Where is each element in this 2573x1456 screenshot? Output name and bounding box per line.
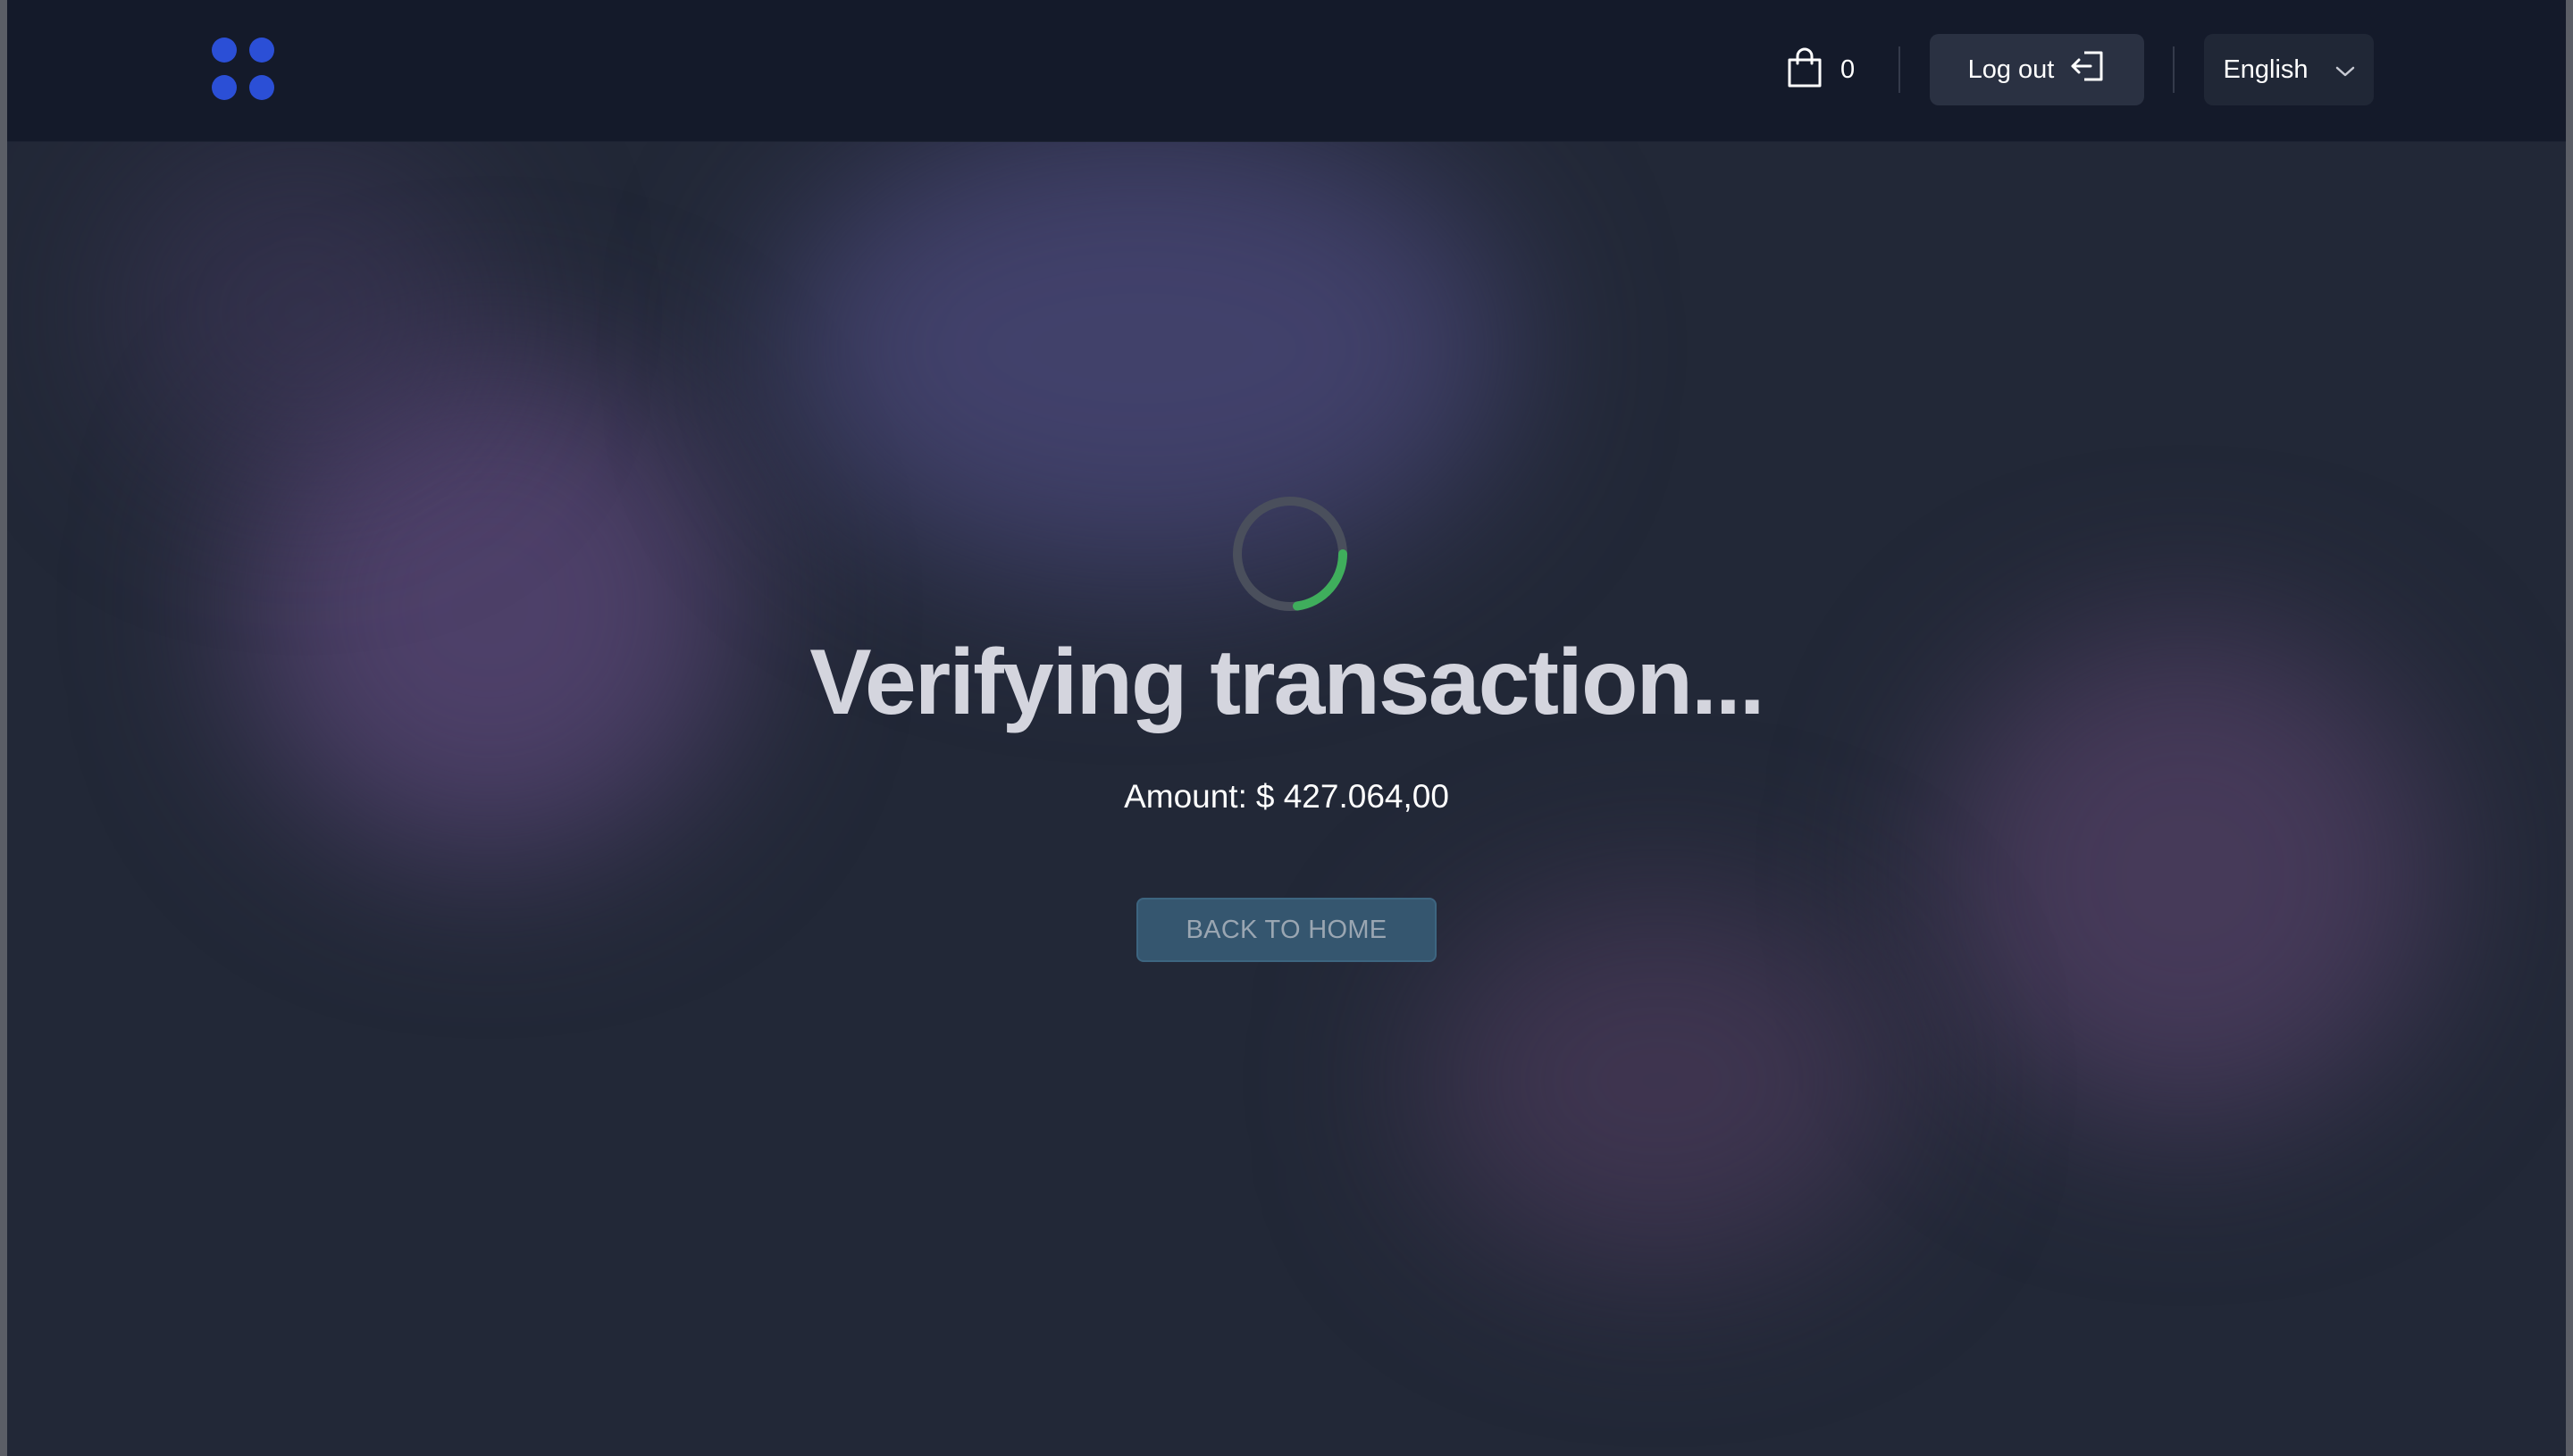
logo[interactable] (212, 38, 278, 104)
shopping-bag-icon (1787, 47, 1823, 93)
logout-icon (2070, 48, 2106, 91)
logo-dot (249, 75, 274, 100)
background-glow (114, 143, 490, 482)
header-divider (2173, 46, 2175, 93)
loading-spinner-icon (1229, 493, 1351, 615)
amount-label: Amount: (1124, 778, 1247, 815)
header-divider (1898, 46, 1900, 93)
language-select[interactable]: English (2204, 34, 2374, 105)
logo-dot (249, 38, 274, 63)
transaction-amount: Amount: $ 427.064,00 (7, 777, 2566, 816)
cart-button[interactable]: 0 (1787, 46, 1855, 93)
logout-label: Log out (1967, 54, 2055, 84)
page-title: Verifying transaction... (809, 631, 1764, 734)
cart-count: 0 (1840, 54, 1856, 84)
app-root: 0 Log out English Verifying transaction.… (7, 0, 2566, 1456)
logout-button[interactable]: Log out (1930, 34, 2144, 105)
logo-dot (212, 38, 237, 63)
logo-dot (212, 75, 237, 100)
back-to-home-button[interactable]: BACK TO HOME (1136, 898, 1437, 962)
language-label: English (2223, 54, 2309, 84)
background-glow (1419, 893, 1901, 1268)
background-glow (775, 116, 1508, 581)
chevron-down-icon (2335, 55, 2355, 85)
amount-value: $ 427.064,00 (1255, 778, 1449, 815)
top-header: 0 Log out English (7, 0, 2566, 142)
